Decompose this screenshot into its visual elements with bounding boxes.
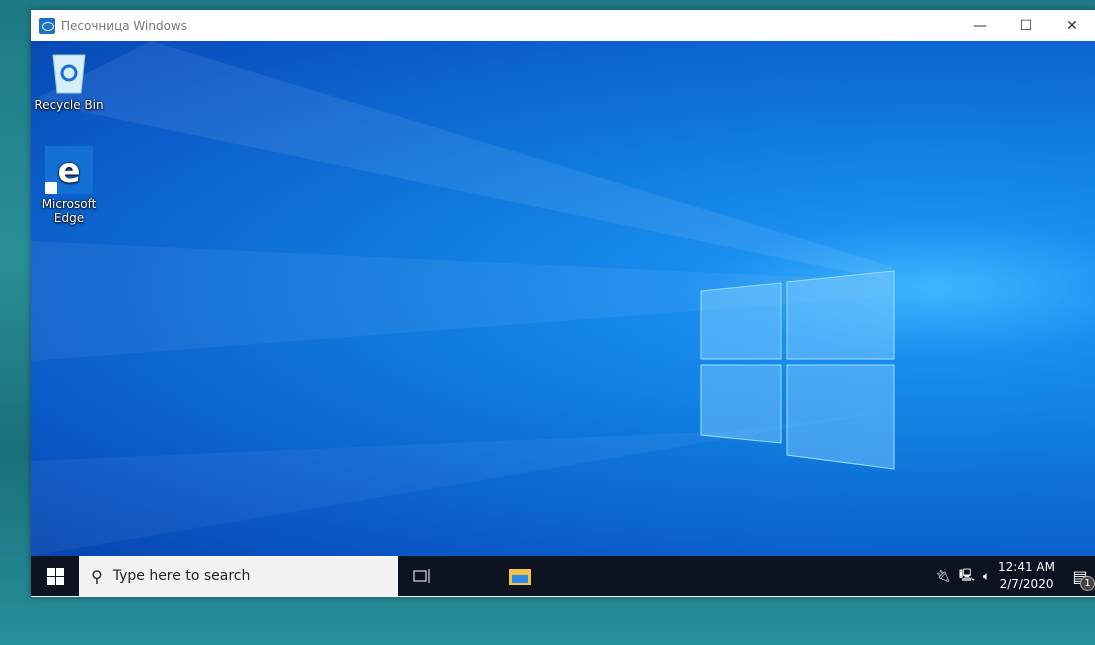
power-icon[interactable]: 🔌︎ — [936, 569, 951, 583]
windows-start-icon — [46, 567, 64, 585]
desktop-icon-recycle-bin[interactable]: Recycle Bin — [34, 49, 104, 112]
recycle-bin-icon — [52, 54, 86, 94]
search-placeholder: Type here to search — [112, 568, 251, 584]
windows-sandbox-window: Песочница Windows — ☐ ✕ Recycle Bin e Mi… — [31, 10, 1095, 597]
title-bar[interactable]: Песочница Windows — ☐ ✕ — [31, 10, 1095, 41]
task-view-button[interactable] — [398, 556, 446, 596]
maximize-button[interactable]: ☐ — [1003, 10, 1049, 41]
wallpaper-light-beams — [31, 41, 891, 556]
start-button[interactable] — [31, 556, 79, 596]
taskbar: ⚲ Type here to search 🔌︎ 🖳 🔈︎ 12:41 AM 2… — [31, 556, 1095, 596]
window-title: Песочница Windows — [61, 18, 187, 33]
minimize-button[interactable]: — — [957, 10, 1003, 41]
time: 12:41 AM — [998, 560, 1055, 574]
search-icon: ⚲ — [91, 566, 103, 586]
sandbox-app-icon — [39, 17, 55, 34]
windows-logo-wallpaper — [700, 270, 895, 470]
task-view-icon — [413, 569, 430, 583]
clock[interactable]: 12:41 AM 2/7/2020 — [998, 559, 1055, 593]
search-box[interactable]: ⚲ Type here to search — [79, 556, 398, 596]
close-button[interactable]: ✕ — [1049, 10, 1095, 41]
notification-badge: 1 — [1080, 576, 1095, 591]
desktop[interactable]: Recycle Bin e Microsoft Edge — [31, 41, 1095, 556]
edge-icon: e — [45, 146, 93, 194]
date: 2/7/2020 — [999, 577, 1054, 591]
file-explorer-button[interactable] — [496, 556, 544, 596]
icon-label: Recycle Bin — [34, 98, 104, 112]
action-center-button[interactable]: ▤ 1 — [1065, 556, 1095, 596]
network-icon[interactable]: 🖳 — [959, 566, 975, 587]
file-explorer-icon — [509, 569, 531, 585]
volume-icon[interactable]: 🔈︎ — [983, 569, 990, 584]
icon-label: Microsoft Edge — [41, 197, 97, 225]
svg-text:e: e — [57, 151, 80, 191]
desktop-icon-microsoft-edge[interactable]: e Microsoft Edge — [34, 146, 104, 225]
